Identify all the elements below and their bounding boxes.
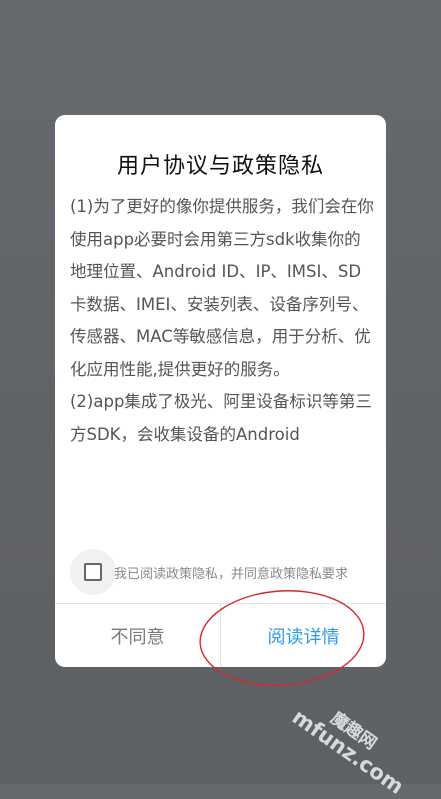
policy-paragraph-1: (1)为了更好的像你提供服务，我们会在你使用app必要时会用第三方sdk收集你的…: [70, 197, 374, 379]
agree-label[interactable]: 我已阅读政策隐私，并同意政策隐私要求: [114, 563, 348, 582]
agree-checkbox[interactable]: [84, 563, 102, 581]
dialog-title: 用户协议与政策隐私: [116, 154, 324, 179]
watermark: 魔趣网 mfunz.com: [288, 690, 418, 799]
policy-text-scroll[interactable]: (1)为了更好的像你提供服务，我们会在你使用app必要时会用第三方sdk收集你的…: [70, 191, 374, 541]
policy-paragraph-2: (2)app集成了极光、阿里设备标识等第三方SDK，会收集设备的Android: [70, 392, 372, 444]
privacy-dialog: 用户协议与政策隐私 (1)为了更好的像你提供服务，我们会在你使用app必要时会用…: [55, 115, 386, 667]
agree-checkbox-ripple[interactable]: [70, 549, 116, 595]
annotation-ellipse: [199, 590, 365, 686]
